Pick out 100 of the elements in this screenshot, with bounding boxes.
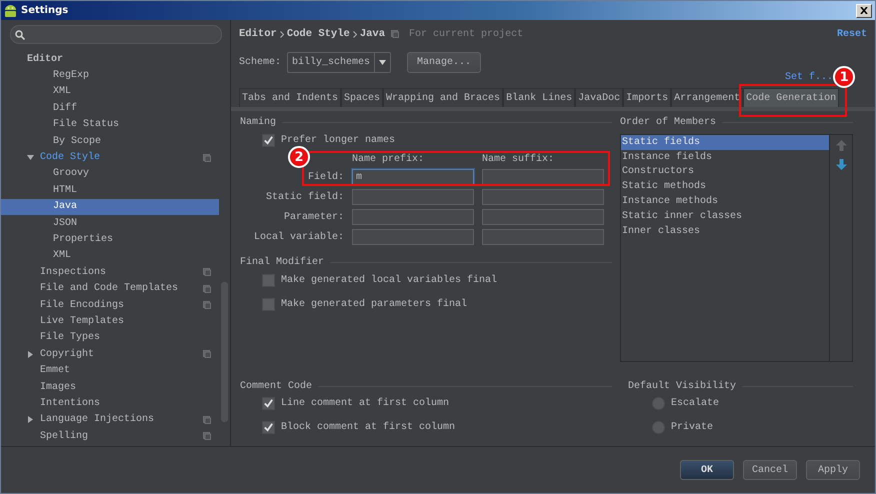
tree-item[interactable]: Spelling bbox=[1, 428, 230, 444]
tab[interactable]: Wrapping and Braces bbox=[383, 88, 504, 107]
scope-note: For current project bbox=[409, 28, 524, 40]
tree-group-label: Editor bbox=[27, 54, 64, 65]
tab[interactable]: Imports bbox=[623, 88, 672, 107]
scheme-dropdown[interactable]: billy_schemes bbox=[287, 52, 392, 73]
suffix-field[interactable] bbox=[482, 189, 604, 205]
prefix-field[interactable] bbox=[352, 229, 474, 245]
checkbox[interactable] bbox=[262, 274, 275, 286]
field-label: Local variable: bbox=[252, 232, 344, 242]
dialog-button[interactable]: Cancel bbox=[743, 460, 797, 480]
section-title: Comment Code bbox=[240, 380, 612, 392]
radio-button[interactable] bbox=[652, 397, 665, 410]
prefix-field[interactable] bbox=[352, 189, 474, 205]
set-from-link[interactable]: Set f... bbox=[784, 72, 833, 84]
tree-item[interactable]: XML bbox=[1, 248, 230, 264]
tree-item[interactable]: Language Injections bbox=[1, 412, 230, 428]
checkbox[interactable] bbox=[262, 134, 275, 146]
scheme-label: Scheme: bbox=[239, 57, 282, 68]
close-icon bbox=[860, 7, 868, 14]
section-title: Final Modifier bbox=[240, 257, 612, 268]
collapsed-arrow-icon[interactable] bbox=[27, 416, 34, 424]
chevron-icon bbox=[352, 30, 357, 38]
checkbox-label: Make generated parameters final bbox=[281, 298, 468, 310]
field-label: Field: bbox=[306, 172, 344, 182]
radio-button[interactable] bbox=[652, 421, 665, 434]
tree-item[interactable]: Copyright bbox=[1, 346, 230, 362]
tree-item[interactable]: File Encodings bbox=[1, 296, 230, 314]
search-field[interactable] bbox=[10, 25, 222, 44]
collapsed-arrow-icon[interactable] bbox=[27, 350, 34, 358]
annotation-badge: 2 bbox=[288, 146, 310, 168]
list-item[interactable]: Constructors bbox=[621, 164, 829, 180]
section-title: Order of Members bbox=[620, 117, 853, 128]
search-icon bbox=[15, 30, 25, 40]
tree-item[interactable]: File Types bbox=[1, 330, 230, 346]
prefix-field[interactable]: m bbox=[352, 169, 474, 185]
tree-item[interactable]: Images bbox=[1, 378, 230, 396]
tree-item[interactable]: JSON bbox=[1, 214, 230, 232]
list-item[interactable]: Static methods bbox=[621, 179, 829, 194]
dialog-button[interactable]: OK bbox=[680, 460, 734, 480]
section-title: Default Visibility bbox=[628, 380, 853, 392]
expanded-arrow-icon[interactable] bbox=[27, 154, 34, 162]
window-title: Settings bbox=[21, 5, 70, 16]
section-title: Naming bbox=[240, 117, 612, 128]
tab[interactable]: Blank Lines bbox=[503, 88, 576, 107]
prefix-field[interactable] bbox=[352, 209, 474, 225]
tree-item[interactable]: Java bbox=[1, 198, 219, 215]
checkbox-label: Block comment at first column bbox=[281, 422, 456, 433]
tab[interactable]: Arrangement bbox=[671, 88, 744, 107]
tree-item[interactable]: Code Style bbox=[1, 149, 230, 166]
tree-item[interactable]: Properties bbox=[1, 231, 230, 248]
tree-item[interactable]: File Status bbox=[53, 119, 120, 130]
tab[interactable]: Tabs and Indents bbox=[239, 88, 342, 107]
move-up-icon[interactable] bbox=[836, 140, 846, 151]
tree-item[interactable]: Diff bbox=[53, 102, 78, 114]
chevron-icon bbox=[280, 30, 284, 38]
radio-label: Escalate bbox=[671, 398, 720, 409]
tree-item[interactable]: RegExp bbox=[53, 70, 90, 82]
dropdown-arrow-icon bbox=[379, 60, 386, 65]
list-item[interactable]: Static inner classes bbox=[621, 208, 829, 224]
tab[interactable]: Code Generation bbox=[743, 88, 840, 107]
tree-item[interactable]: XML bbox=[53, 86, 72, 98]
suffix-field[interactable] bbox=[482, 209, 604, 225]
field-label: Parameter: bbox=[282, 212, 344, 222]
breadcrumb-item: Code Style bbox=[286, 28, 350, 40]
tree-item[interactable]: Inspections bbox=[1, 264, 230, 280]
copy-icon bbox=[391, 30, 400, 38]
tree-item[interactable]: Intentions bbox=[1, 395, 230, 412]
checkbox[interactable] bbox=[262, 397, 275, 410]
manage-button[interactable]: Manage... bbox=[407, 52, 482, 73]
checkbox[interactable] bbox=[262, 298, 275, 310]
reset-link[interactable]: Reset bbox=[836, 28, 867, 40]
suffix-field[interactable] bbox=[482, 229, 604, 245]
column-header: Name prefix: bbox=[352, 154, 426, 165]
dialog-button[interactable]: Apply bbox=[806, 460, 860, 480]
breadcrumb-item: Java bbox=[360, 28, 386, 40]
checkbox-label: Make generated local variables final bbox=[281, 274, 498, 286]
tree-item[interactable]: By Scope bbox=[53, 136, 102, 147]
list-item[interactable]: Instance methods bbox=[621, 194, 829, 209]
tree-item[interactable]: Live Templates bbox=[1, 313, 230, 330]
checkbox[interactable] bbox=[262, 421, 275, 434]
list-item[interactable]: Static fields bbox=[621, 135, 829, 150]
tree-item[interactable]: File and Code Templates bbox=[1, 280, 230, 297]
tree-item[interactable]: HTML bbox=[1, 182, 230, 199]
radio-label: Private bbox=[671, 422, 714, 433]
column-header: Name suffix: bbox=[482, 154, 556, 165]
move-down-icon[interactable] bbox=[836, 159, 846, 170]
annotation-badge: 1 bbox=[833, 66, 856, 88]
tab[interactable]: JavaDoc bbox=[575, 88, 624, 107]
tree-item[interactable]: Groovy bbox=[1, 166, 230, 182]
list-item[interactable]: Instance fields bbox=[621, 150, 829, 165]
breadcrumb-item: Editor bbox=[239, 28, 277, 40]
list-item[interactable]: Inner classes bbox=[621, 224, 829, 239]
suffix-field[interactable] bbox=[482, 169, 604, 185]
tree-item[interactable]: Emmet bbox=[1, 362, 230, 379]
close-button[interactable] bbox=[856, 4, 872, 18]
app-icon bbox=[4, 4, 17, 18]
checkbox-label: Line comment at first column bbox=[281, 398, 450, 409]
tab[interactable]: Spaces bbox=[341, 88, 384, 107]
checkbox-label: Prefer longer names bbox=[281, 134, 396, 146]
